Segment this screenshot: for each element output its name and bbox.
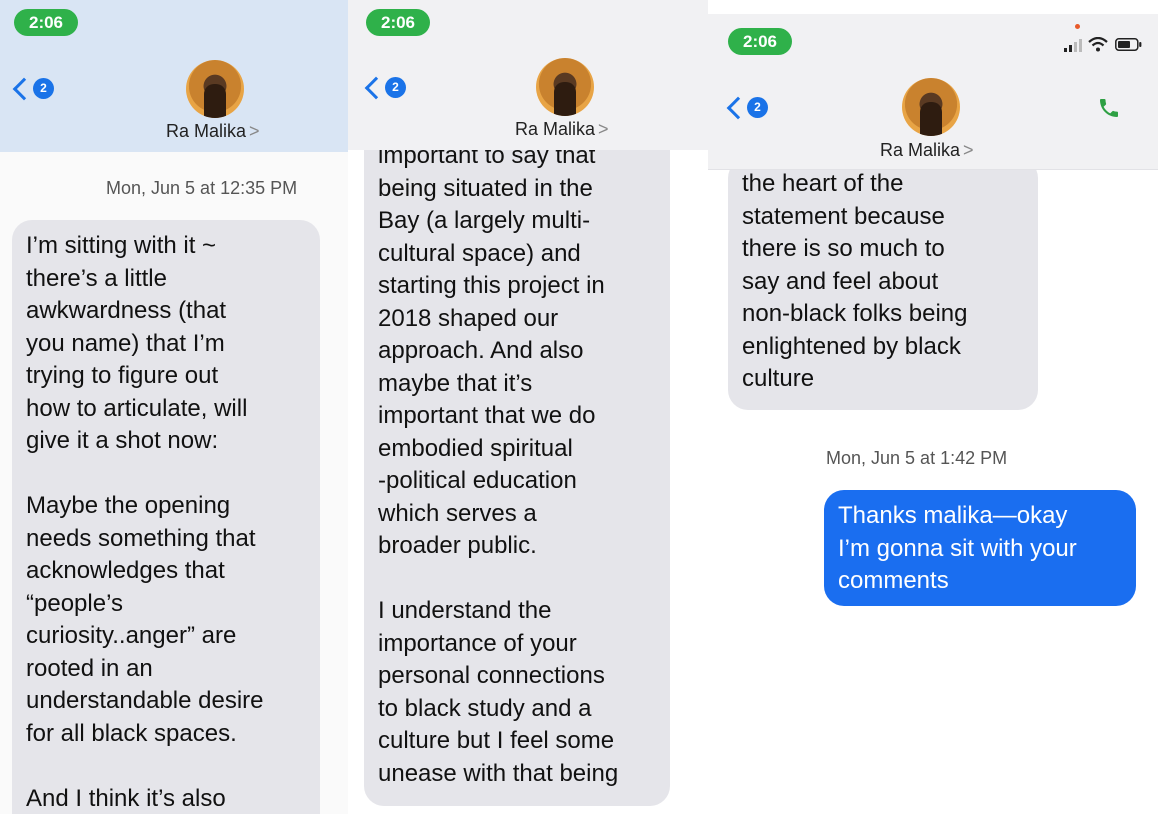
conversation-header: 2:06 2 Ra Malika > bbox=[348, 0, 708, 150]
status-time: 2:06 bbox=[728, 28, 792, 55]
phone-icon[interactable] bbox=[1097, 96, 1121, 120]
chevron-right-icon: > bbox=[249, 121, 260, 141]
chevron-left-icon bbox=[12, 77, 36, 100]
wifi-icon bbox=[1088, 37, 1108, 52]
contact-avatar[interactable] bbox=[186, 60, 244, 118]
contact-name-button[interactable]: Ra Malika > bbox=[166, 121, 260, 142]
back-button[interactable]: 2 bbox=[12, 77, 54, 100]
chevron-left-icon bbox=[364, 76, 388, 99]
conversation-area: Mon, Jun 5 at 12:35 PM I’m sitting with … bbox=[0, 152, 348, 814]
contact-name: Ra Malika bbox=[880, 140, 961, 160]
received-message-bubble[interactable]: important to say that being situated in … bbox=[364, 130, 670, 806]
chevron-right-icon: > bbox=[598, 119, 609, 139]
conversation-area: important to say that being situated in … bbox=[348, 130, 708, 814]
battery-icon bbox=[1115, 38, 1142, 51]
received-message-bubble[interactable]: the heart of the statement because there… bbox=[728, 158, 1038, 410]
chevron-left-icon bbox=[726, 96, 750, 119]
contact-name: Ra Malika bbox=[166, 121, 247, 141]
chevron-right-icon: > bbox=[963, 140, 974, 160]
sent-message-bubble[interactable]: Thanks malika—okay I’m gonna sit with yo… bbox=[824, 490, 1136, 606]
contact-name: Ra Malika bbox=[515, 119, 596, 139]
received-message-bubble[interactable]: I’m sitting with it ~ there’s a little a… bbox=[12, 220, 320, 814]
status-time: 2:06 bbox=[14, 9, 78, 36]
unread-count-badge: 2 bbox=[747, 97, 768, 118]
contact-avatar[interactable] bbox=[902, 78, 960, 136]
unread-count-badge: 2 bbox=[385, 77, 406, 98]
contact-name-button[interactable]: Ra Malika > bbox=[880, 140, 974, 161]
back-button[interactable]: 2 bbox=[726, 96, 768, 119]
back-button[interactable]: 2 bbox=[364, 76, 406, 99]
status-time: 2:06 bbox=[366, 9, 430, 36]
message-timestamp: Mon, Jun 5 at 1:42 PM bbox=[826, 448, 1008, 468]
conversation-area: the heart of the statement because there… bbox=[708, 158, 1158, 628]
message-timestamp: Mon, Jun 5 at 12:35 PM bbox=[106, 178, 298, 198]
contact-avatar[interactable] bbox=[536, 58, 594, 116]
cellular-signal-icon bbox=[1064, 38, 1082, 52]
conversation-header: 2:06 2 Ra Malika > bbox=[708, 14, 1158, 170]
screenshot-panel-3: the heart of the statement because there… bbox=[708, 14, 1158, 628]
unread-count-badge: 2 bbox=[33, 78, 54, 99]
screenshot-panel-2: important to say that being situated in … bbox=[348, 0, 708, 814]
screenshot-panel-1: Mon, Jun 5 at 12:35 PM I’m sitting with … bbox=[0, 0, 348, 814]
privacy-indicator-dot bbox=[1075, 24, 1080, 29]
conversation-header: 2:06 2 Ra Malika > bbox=[0, 0, 348, 152]
contact-name-button[interactable]: Ra Malika > bbox=[515, 119, 609, 140]
